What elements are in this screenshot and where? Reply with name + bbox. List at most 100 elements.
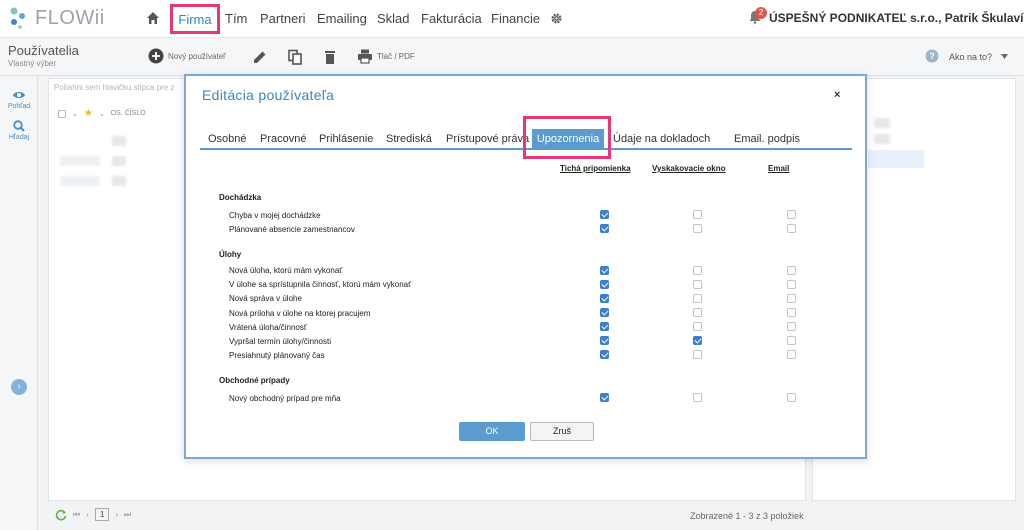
row-label: Nová správa v úlohe xyxy=(229,294,302,303)
expand-arrow-icon[interactable]: › xyxy=(11,379,27,395)
tab-udaje-na-dokladoch[interactable]: Údaje na dokladoch xyxy=(613,133,710,145)
select-all-checkbox[interactable] xyxy=(58,109,66,118)
checkbox-silent[interactable] xyxy=(600,280,609,289)
column-header-silent: Tichá pripomienka xyxy=(560,164,631,173)
help-icon[interactable]: ? xyxy=(925,49,939,63)
flowii-logo-icon xyxy=(10,7,25,29)
column-header-os-cislo[interactable]: OS. ČÍSLO xyxy=(111,110,146,117)
new-user-button[interactable]: Nový používateľ xyxy=(148,48,225,64)
nav-item-fakturacia[interactable]: Fakturácia xyxy=(421,11,482,26)
tab-pracovne[interactable]: Pracovné xyxy=(260,133,306,145)
nav-item-firma[interactable]: Firma xyxy=(170,4,220,34)
checkbox-popup[interactable] xyxy=(693,280,702,289)
row-label: V úlohe sa sprístupnila činnosť, ktorú m… xyxy=(229,280,412,289)
checkbox-email[interactable] xyxy=(787,210,796,219)
add-circle-icon xyxy=(148,48,164,64)
active-tab-highlight xyxy=(523,116,611,159)
checkbox-popup[interactable] xyxy=(693,308,702,317)
page-number[interactable]: 1 xyxy=(94,508,110,521)
section-title-obchodne-pripady: Obchodné prípady xyxy=(219,376,290,385)
blurred-cell xyxy=(60,156,100,166)
ok-button[interactable]: OK xyxy=(459,422,525,441)
search-button[interactable]: Hľadaj xyxy=(0,120,38,141)
close-icon[interactable]: × xyxy=(834,89,840,101)
checkbox-email[interactable] xyxy=(787,322,796,331)
edit-pencil-icon[interactable] xyxy=(252,49,268,65)
checkbox-popup[interactable] xyxy=(693,210,702,219)
gear-icon[interactable] xyxy=(550,12,563,25)
checkbox-silent[interactable] xyxy=(600,294,609,303)
checkbox-silent[interactable] xyxy=(600,308,609,317)
checkbox-silent[interactable] xyxy=(600,210,609,219)
checkbox-silent[interactable] xyxy=(600,393,609,402)
checkbox-popup[interactable] xyxy=(693,294,702,303)
chevron-down-icon[interactable] xyxy=(1001,54,1008,59)
next-page-icon[interactable]: › xyxy=(115,510,118,519)
nav-item-partneri[interactable]: Partneri xyxy=(260,11,306,26)
blurred-cell xyxy=(874,134,890,144)
checkbox-silent[interactable] xyxy=(600,322,609,331)
nav-item-sklad[interactable]: Sklad xyxy=(377,11,410,26)
refresh-icon[interactable] xyxy=(55,509,67,521)
checkbox-email[interactable] xyxy=(787,350,796,359)
notifications[interactable]: 2 xyxy=(748,7,767,28)
blurred-cell xyxy=(112,156,126,166)
checkbox-email[interactable] xyxy=(787,294,796,303)
tab-pristupove-prava[interactable]: Prístupové práva xyxy=(446,133,529,145)
grid-header: ⌄ ★ ⌄ OS. ČÍSLO xyxy=(58,108,146,119)
section-title-ulohy: Úlohy xyxy=(219,250,242,259)
row-label: Nová príloha v úlohe na ktorej pracujem xyxy=(229,309,371,318)
left-rail: Pohľad Hľadaj › xyxy=(0,77,38,530)
checkbox-popup[interactable] xyxy=(693,336,702,345)
column-header-popup: Vyskakovacie okno xyxy=(652,164,726,173)
copy-icon[interactable] xyxy=(287,49,303,65)
checkbox-silent[interactable] xyxy=(600,266,609,275)
nav-item-emailing[interactable]: Emailing xyxy=(317,11,367,26)
checkbox-popup[interactable] xyxy=(693,350,702,359)
help-link[interactable]: Ako na to? xyxy=(949,52,992,62)
tab-strediska[interactable]: Strediská xyxy=(386,133,432,145)
row-label: Vrátená úloha/činnosť xyxy=(229,323,307,332)
checkbox-silent[interactable] xyxy=(600,350,609,359)
checkbox-popup[interactable] xyxy=(693,224,702,233)
chevron-down-icon[interactable]: ⌄ xyxy=(72,110,78,118)
checkbox-email[interactable] xyxy=(787,393,796,402)
last-page-icon[interactable]: ⏭ xyxy=(124,510,131,520)
company-user-name[interactable]: ÚSPEŠNÝ PODNIKATEĽ s.r.o., Patrik Škulav… xyxy=(769,11,1024,25)
checkbox-email[interactable] xyxy=(787,280,796,289)
checkbox-email[interactable] xyxy=(787,308,796,317)
view-button[interactable]: Pohľad xyxy=(0,89,38,110)
first-page-icon[interactable]: ⏮ xyxy=(73,510,80,520)
checkbox-popup[interactable] xyxy=(693,322,702,331)
svg-text:?: ? xyxy=(929,51,935,61)
checkbox-silent[interactable] xyxy=(600,336,609,345)
checkbox-popup[interactable] xyxy=(693,393,702,402)
nav-item-financie[interactable]: Financie xyxy=(491,11,540,26)
checkbox-email[interactable] xyxy=(787,336,796,345)
checkbox-popup[interactable] xyxy=(693,266,702,275)
search-icon xyxy=(13,120,25,132)
toolbar: Používatelia Vlastný výber Nový používat… xyxy=(0,38,1024,76)
tab-prihlasenie[interactable]: Prihlásenie xyxy=(319,133,373,145)
edit-user-dialog: Editácia používateľa × Osobné Pracovné P… xyxy=(184,74,867,459)
search-label: Hľadaj xyxy=(8,134,30,141)
chevron-down-icon[interactable]: ⌄ xyxy=(99,110,105,118)
tab-osobne[interactable]: Osobné xyxy=(208,133,247,145)
row-label: Chyba v mojej dochádzke xyxy=(229,211,321,220)
delete-trash-icon[interactable] xyxy=(322,49,338,65)
new-user-label: Nový používateľ xyxy=(168,51,226,61)
page-subtitle[interactable]: Vlastný výber xyxy=(8,59,56,68)
prev-page-icon[interactable]: ‹ xyxy=(86,510,89,519)
checkbox-silent[interactable] xyxy=(600,224,609,233)
tab-email-podpis[interactable]: Email. podpis xyxy=(734,133,800,145)
checkbox-email[interactable] xyxy=(787,266,796,275)
nav-item-tim[interactable]: Tím xyxy=(225,11,247,26)
printer-icon xyxy=(358,49,372,64)
checkbox-email[interactable] xyxy=(787,224,796,233)
star-icon[interactable]: ★ xyxy=(84,108,93,119)
print-pdf-label: Tlač / PDF xyxy=(377,51,415,61)
print-pdf-button[interactable]: Tlač / PDF xyxy=(357,48,415,64)
flowii-logo[interactable]: FLOWii xyxy=(8,6,105,30)
home-icon[interactable] xyxy=(146,11,160,25)
cancel-button[interactable]: Zruš xyxy=(530,422,594,441)
